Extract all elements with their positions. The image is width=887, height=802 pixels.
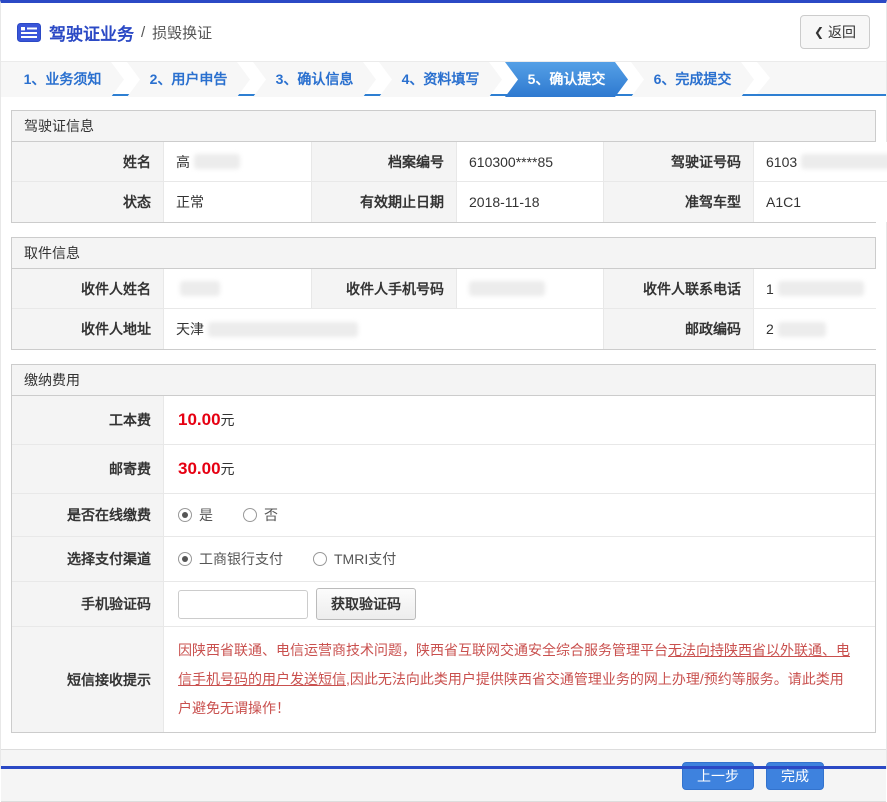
page-title: 驾驶证业务 <box>49 24 134 44</box>
fee-value-production: 10.00 元 <box>164 396 875 444</box>
field-value-file-number: 610300****85 <box>457 142 604 182</box>
redacted-text <box>208 321 358 337</box>
field-label-recipient-mobile: 收件人手机号码 <box>312 269 457 309</box>
radio-pay-online-no[interactable]: 否 <box>243 505 278 525</box>
page: { "colors": { "accent_blue": "#2b49c5", … <box>0 0 887 802</box>
section-title: 取件信息 <box>12 238 875 269</box>
redacted-text <box>777 321 826 337</box>
redacted-text <box>180 281 220 296</box>
field-value-vehicle-class: A1C1 <box>754 182 887 222</box>
field-value-expiry-date: 2018-11-18 <box>457 182 604 222</box>
redacted-text <box>777 281 864 296</box>
field-label-recipient-name: 收件人姓名 <box>12 269 164 309</box>
row-pay-channel: 选择支付渠道 工商银行支付 TMRI支付 <box>12 537 875 582</box>
row-pay-online: 是否在线缴费 是 否 <box>12 494 875 537</box>
step-1-business-notice[interactable]: 1、业务须知 <box>1 62 124 97</box>
footer-action-bar: 上一步 完成 <box>1 749 886 802</box>
redacted-text <box>194 154 240 169</box>
pay-online-options: 是 否 <box>164 494 875 536</box>
back-button[interactable]: ❮ 返回 <box>799 15 870 49</box>
field-value-license-number: 6103 <box>754 142 887 182</box>
sms-notice-label: 短信接收提示 <box>12 627 164 732</box>
section-title: 驾驶证信息 <box>12 111 875 142</box>
breadcrumb-separator: / <box>141 23 146 41</box>
field-value-status: 正常 <box>164 182 312 222</box>
chevron-left-icon: ❮ <box>813 25 824 39</box>
field-value-recipient-name <box>164 269 312 309</box>
redacted-text <box>801 154 887 169</box>
redacted-text <box>469 281 545 296</box>
field-label-status: 状态 <box>12 182 164 222</box>
step-bar-filler <box>757 62 886 94</box>
header: 驾驶证业务 / 损毁换证 ❮ 返回 <box>1 3 886 61</box>
pay-online-label: 是否在线缴费 <box>12 494 164 536</box>
step-bar: 1、业务须知 2、用户申告 3、确认信息 4、资料填写 5、确认提交 6、完成提… <box>1 61 886 96</box>
fee-label-postage: 邮寄费 <box>12 445 164 493</box>
field-value-recipient-phone: 1 <box>754 269 876 309</box>
field-value-recipient-address: 天津 <box>164 309 604 349</box>
pay-channel-options: 工商银行支付 TMRI支付 <box>164 537 875 581</box>
captcha-label: 手机验证码 <box>12 582 164 626</box>
fee-row-postage: 邮寄费 30.00 元 <box>12 445 875 494</box>
section-title: 缴纳费用 <box>12 365 875 396</box>
pickup-info-table: 收件人姓名 收件人手机号码 收件人联系电话 1 收件人地址 天津 邮政编码 2 <box>12 269 876 349</box>
field-label-file-number: 档案编号 <box>312 142 457 182</box>
breadcrumb-current: 损毁换证 <box>152 24 213 42</box>
field-label-license-number: 驾驶证号码 <box>604 142 754 182</box>
sms-notice-content: 因陕西省联通、电信运营商技术问题，陕西省互联网交通安全综合服务管理平台无法向持陕… <box>164 627 875 732</box>
step-5-confirm-submit[interactable]: 5、确认提交 <box>505 62 628 97</box>
postage-fee-amount: 30.00 <box>178 459 221 478</box>
step-6-complete-submit[interactable]: 6、完成提交 <box>631 62 754 97</box>
step-4-fill-data[interactable]: 4、资料填写 <box>379 62 502 97</box>
field-value-name: 高 <box>164 142 312 182</box>
field-label-expiry-date: 有效期止日期 <box>312 182 457 222</box>
sms-notice-text: 因陕西省联通、电信运营商技术问题，陕西省互联网交通安全综合服务管理平台无法向持陕… <box>178 642 850 716</box>
currency-unit: 元 <box>220 412 235 428</box>
radio-unselected-icon <box>313 552 327 566</box>
license-info-table: 姓名 高 档案编号 610300****85 驾驶证号码 6103 状态 正常 … <box>12 142 887 222</box>
field-value-recipient-mobile <box>457 269 604 309</box>
section-fees: 缴纳费用 工本费 10.00 元 邮寄费 30.00 元 是否在线缴费 是 否 选择… <box>11 364 876 733</box>
radio-channel-icbc[interactable]: 工商银行支付 <box>178 549 283 569</box>
radio-pay-online-yes[interactable]: 是 <box>178 505 213 525</box>
fee-label-production: 工本费 <box>12 396 164 444</box>
field-label-name: 姓名 <box>12 142 164 182</box>
field-label-postal-code: 邮政编码 <box>604 309 754 349</box>
fee-value-postage: 30.00 元 <box>164 445 875 493</box>
field-label-vehicle-class: 准驾车型 <box>604 182 754 222</box>
row-captcha: 手机验证码 获取验证码 <box>12 582 875 627</box>
production-fee-amount: 10.00 <box>178 410 221 429</box>
section-license-info: 驾驶证信息 姓名 高 档案编号 610300****85 驾驶证号码 6103 … <box>11 110 887 223</box>
radio-selected-icon <box>178 508 192 522</box>
radio-unselected-icon <box>243 508 257 522</box>
fee-row-production: 工本费 10.00 元 <box>12 396 875 445</box>
step-2-user-declaration[interactable]: 2、用户申告 <box>127 62 250 97</box>
field-label-recipient-address: 收件人地址 <box>12 309 164 349</box>
radio-selected-icon <box>178 552 192 566</box>
row-sms-notice: 短信接收提示 因陕西省联通、电信运营商技术问题，陕西省互联网交通安全综合服务管理… <box>12 627 875 732</box>
field-label-recipient-phone: 收件人联系电话 <box>604 269 754 309</box>
radio-channel-tmri[interactable]: TMRI支付 <box>313 549 396 569</box>
captcha-input[interactable] <box>178 589 308 619</box>
captcha-controls: 获取验证码 <box>164 582 875 626</box>
step-3-confirm-info[interactable]: 3、确认信息 <box>253 62 376 97</box>
pay-channel-label: 选择支付渠道 <box>12 537 164 581</box>
field-value-postal-code: 2 <box>754 309 876 349</box>
license-business-icon <box>17 22 41 42</box>
back-button-label: 返回 <box>828 24 856 40</box>
get-captcha-button[interactable]: 获取验证码 <box>316 588 416 620</box>
currency-unit: 元 <box>220 461 235 477</box>
section-pickup-info: 取件信息 收件人姓名 收件人手机号码 收件人联系电话 1 收件人地址 天津 邮政… <box>11 237 876 350</box>
